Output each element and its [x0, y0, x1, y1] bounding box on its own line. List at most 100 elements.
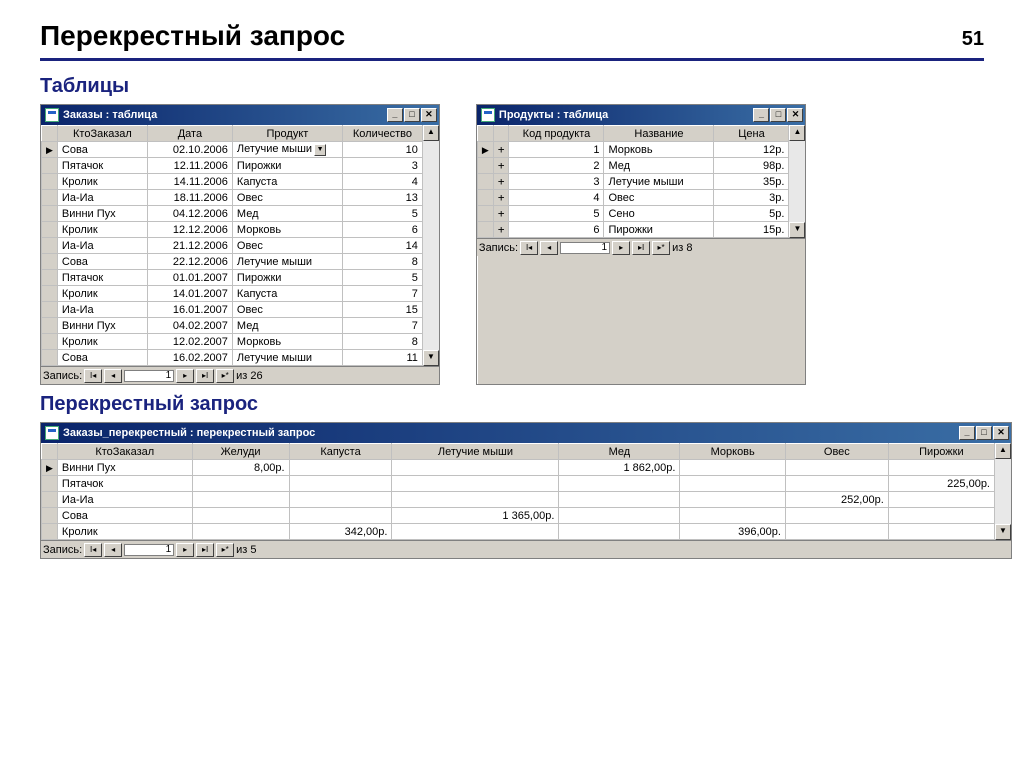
table-row[interactable]: Сова16.02.2007Летучие мыши11: [42, 350, 423, 366]
row-selector[interactable]: ▶: [42, 460, 58, 476]
scrollbar[interactable]: ▲ ▼: [789, 125, 805, 238]
table-row[interactable]: Пятачок12.11.2006Пирожки3: [42, 158, 423, 174]
cell[interactable]: 342,00р.: [289, 524, 392, 540]
cell[interactable]: [192, 492, 289, 508]
row-selector[interactable]: [42, 238, 58, 254]
table-row[interactable]: +6Пирожки15р.: [477, 222, 789, 238]
cell[interactable]: 04.02.2007: [147, 318, 232, 334]
record-number-input[interactable]: [560, 242, 610, 254]
row-selector[interactable]: [42, 524, 58, 540]
dropdown-icon[interactable]: ▼: [314, 144, 326, 156]
cell[interactable]: 21.12.2006: [147, 238, 232, 254]
col-header[interactable]: Морковь: [680, 444, 785, 460]
cell[interactable]: Сова: [57, 508, 192, 524]
maximize-button[interactable]: □: [404, 108, 420, 122]
nav-next-button[interactable]: ▸: [176, 543, 194, 557]
row-selector[interactable]: [42, 508, 58, 524]
col-header[interactable]: Количество: [342, 126, 422, 142]
row-selector[interactable]: [42, 222, 58, 238]
cell[interactable]: 6: [342, 222, 422, 238]
col-header[interactable]: Цена: [714, 126, 789, 142]
table-row[interactable]: Иа-Иа16.01.2007Овес15: [42, 302, 423, 318]
cell[interactable]: Пятачок: [57, 270, 147, 286]
col-header[interactable]: Продукт: [232, 126, 342, 142]
cell[interactable]: Летучие мыши: [232, 254, 342, 270]
scroll-down-icon[interactable]: ▼: [789, 222, 805, 238]
cell[interactable]: [680, 492, 785, 508]
cell[interactable]: [192, 508, 289, 524]
table-row[interactable]: Пятачок01.01.2007Пирожки5: [42, 270, 423, 286]
cell[interactable]: 252,00р.: [785, 492, 888, 508]
cell[interactable]: [888, 460, 994, 476]
table-row[interactable]: Винни Пух04.02.2007Мед7: [42, 318, 423, 334]
expand-button[interactable]: +: [493, 222, 509, 238]
cell[interactable]: Сова: [57, 254, 147, 270]
row-selector[interactable]: [42, 158, 58, 174]
cell[interactable]: [888, 524, 994, 540]
table-row[interactable]: Сова22.12.2006Летучие мыши8: [42, 254, 423, 270]
row-selector[interactable]: [42, 286, 58, 302]
row-selector[interactable]: [477, 174, 493, 190]
cell[interactable]: Иа-Иа: [57, 492, 192, 508]
expand-button[interactable]: +: [493, 142, 509, 158]
table-row[interactable]: Винни Пух04.12.2006Мед5: [42, 206, 423, 222]
scroll-up-icon[interactable]: ▲: [789, 125, 805, 141]
cell[interactable]: Сова: [57, 142, 147, 158]
cell[interactable]: Иа-Иа: [57, 302, 147, 318]
cell[interactable]: Мед: [232, 206, 342, 222]
cell[interactable]: Летучие мыши: [232, 350, 342, 366]
row-selector[interactable]: [42, 318, 58, 334]
cell[interactable]: [680, 460, 785, 476]
nav-prev-button[interactable]: ◂: [104, 369, 122, 383]
cell[interactable]: 5р.: [714, 206, 789, 222]
cell[interactable]: 10: [342, 142, 422, 158]
cell[interactable]: 3р.: [714, 190, 789, 206]
crosstab-grid[interactable]: КтоЗаказалЖелудиКапустаЛетучие мышиМедМо…: [41, 443, 995, 540]
close-button[interactable]: ✕: [993, 426, 1009, 440]
cell[interactable]: Иа-Иа: [57, 238, 147, 254]
cell[interactable]: 16.02.2007: [147, 350, 232, 366]
cell[interactable]: 18.11.2006: [147, 190, 232, 206]
cell[interactable]: 8: [342, 334, 422, 350]
expand-button[interactable]: +: [493, 158, 509, 174]
cell[interactable]: 7: [342, 286, 422, 302]
cell[interactable]: 04.12.2006: [147, 206, 232, 222]
row-selector[interactable]: [477, 158, 493, 174]
cell[interactable]: Винни Пух: [57, 460, 192, 476]
row-selector[interactable]: [477, 190, 493, 206]
cell[interactable]: 225,00р.: [888, 476, 994, 492]
cell[interactable]: [392, 492, 559, 508]
cell[interactable]: 14.11.2006: [147, 174, 232, 190]
cell[interactable]: Сова: [57, 350, 147, 366]
cell[interactable]: [785, 460, 888, 476]
col-header[interactable]: Мед: [559, 444, 680, 460]
cell[interactable]: Овес: [232, 190, 342, 206]
cell[interactable]: Пирожки: [232, 158, 342, 174]
cell[interactable]: Кролик: [57, 524, 192, 540]
cell[interactable]: Капуста: [232, 286, 342, 302]
col-header[interactable]: Летучие мыши: [392, 444, 559, 460]
nav-first-button[interactable]: I◂: [520, 241, 538, 255]
col-header[interactable]: Желуди: [192, 444, 289, 460]
nav-new-button[interactable]: ▸*: [216, 369, 234, 383]
row-selector[interactable]: [42, 476, 58, 492]
cell[interactable]: Винни Пух: [57, 318, 147, 334]
cell[interactable]: Кролик: [57, 222, 147, 238]
cell[interactable]: 396,00р.: [680, 524, 785, 540]
cell[interactable]: Овес: [232, 302, 342, 318]
nav-first-button[interactable]: I◂: [84, 369, 102, 383]
table-row[interactable]: +3Летучие мыши35р.: [477, 174, 789, 190]
cell[interactable]: Пятачок: [57, 158, 147, 174]
cell[interactable]: Морковь: [604, 142, 714, 158]
cell[interactable]: 15: [342, 302, 422, 318]
col-header[interactable]: Капуста: [289, 444, 392, 460]
cell[interactable]: [888, 508, 994, 524]
expand-button[interactable]: +: [493, 206, 509, 222]
table-row[interactable]: +2Мед98р.: [477, 158, 789, 174]
table-row[interactable]: +4Овес3р.: [477, 190, 789, 206]
cell[interactable]: Овес: [232, 238, 342, 254]
row-selector[interactable]: [42, 206, 58, 222]
cell[interactable]: 5: [342, 206, 422, 222]
cell[interactable]: 5: [509, 206, 604, 222]
close-button[interactable]: ✕: [421, 108, 437, 122]
